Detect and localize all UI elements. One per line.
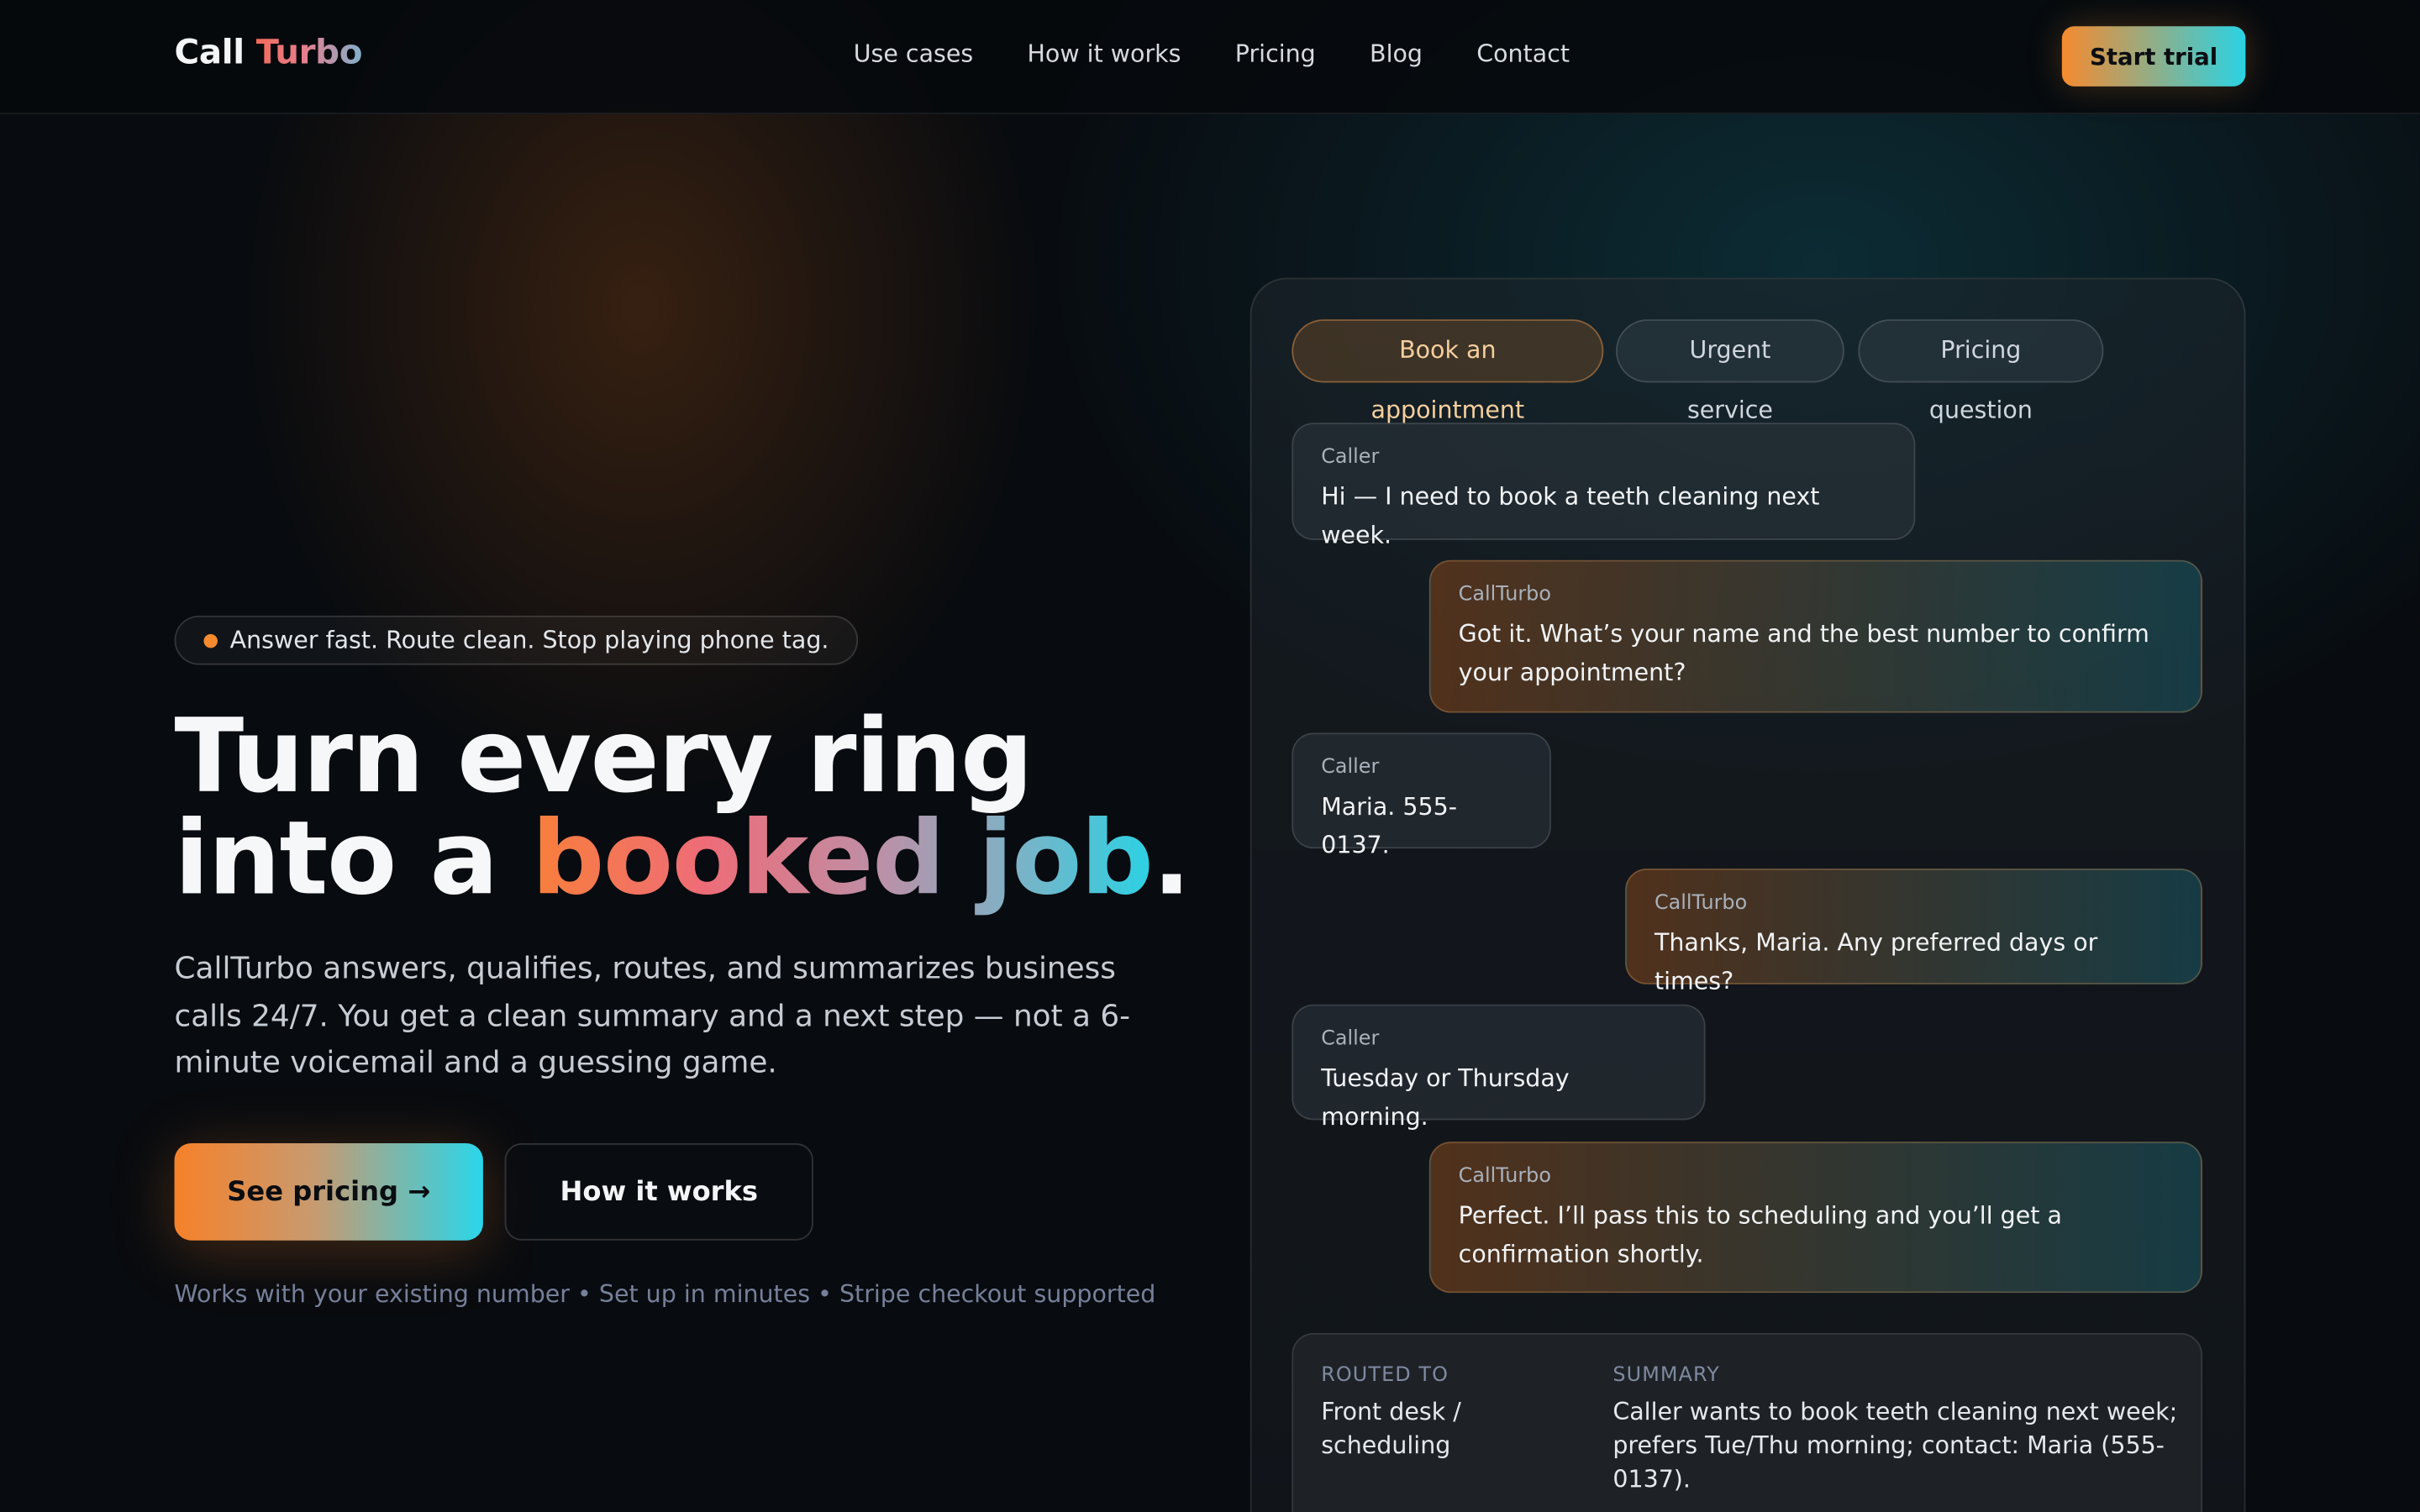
how-it-works-button[interactable]: How it works <box>504 1142 813 1241</box>
message-bot-3: CallTurbo Perfect. I’ll pass this to sch… <box>1428 1142 2202 1294</box>
nav-links: Use cases How it works Pricing Blog Cont… <box>854 40 1570 68</box>
see-pricing-button[interactable]: See pricing → <box>174 1142 483 1241</box>
scenario-tab-urgent-service[interactable]: Urgent service <box>1616 319 1844 424</box>
message-speaker: Caller <box>1321 1027 1380 1051</box>
page: Call Turbo Use cases How it works Pricin… <box>0 0 2420 1512</box>
nav-link-blog[interactable]: Blog <box>1370 40 1423 68</box>
headline-period: . <box>1152 799 1191 918</box>
message-speaker: CallTurbo <box>1654 891 1748 916</box>
message-text: Maria. 555-0137. <box>1321 793 1458 859</box>
message-caller-3: Caller Tuesday or Thursday morning. <box>1292 1004 1706 1130</box>
summary-value: Caller wants to book teeth cleaning next… <box>1612 1398 2178 1494</box>
nav-link-use-cases[interactable]: Use cases <box>854 40 974 68</box>
scenario-tab-pricing-question[interactable]: Pricing question <box>1858 319 2104 424</box>
logo-word-turbo: Turbo <box>255 34 363 73</box>
message-text: Got it. What’s your name and the best nu… <box>1458 620 2149 686</box>
start-trial-button[interactable]: Start trial <box>2061 26 2246 87</box>
message-text: Tuesday or Thursday morning. <box>1321 1064 1570 1131</box>
message-speaker: Caller <box>1321 755 1380 780</box>
tagline-pill: Answer fast. Route clean. Stop playing p… <box>174 615 859 665</box>
tagline-text: Answer fast. Route clean. Stop playing p… <box>229 626 829 654</box>
message-text: Thanks, Maria. Any preferred days or tim… <box>1654 928 2098 995</box>
hero-footnote: Works with your existing number • Set up… <box>174 1280 1156 1309</box>
top-nav: Call Turbo Use cases How it works Pricin… <box>0 0 2420 114</box>
message-caller-2: Caller Maria. 555-0137. <box>1292 732 1551 858</box>
nav-link-how-it-works[interactable]: How it works <box>1027 40 1181 68</box>
nav-link-contact[interactable]: Contact <box>1476 40 1570 68</box>
hero-headline: Turn every ring into a booked job. <box>175 706 1192 910</box>
routed-to-label: ROUTED TO <box>1321 1363 1449 1388</box>
nav-link-pricing[interactable]: Pricing <box>1235 40 1316 68</box>
status-dot-icon <box>203 633 218 648</box>
scenario-tab-book-appointment[interactable]: Book an appointment <box>1292 319 1604 424</box>
message-text: Hi — I need to book a teeth cleaning nex… <box>1321 482 1820 549</box>
logo[interactable]: Call Turbo <box>175 34 363 72</box>
message-speaker: CallTurbo <box>1458 1164 1551 1189</box>
message-speaker: Caller <box>1321 445 1380 470</box>
summary-label: SUMMARY <box>1612 1363 1720 1388</box>
headline-highlight: booked job <box>531 799 1154 918</box>
message-bot-1: CallTurbo Got it. What’s your name and t… <box>1428 559 2202 713</box>
routed-to-value: Front desk / scheduling <box>1321 1398 1461 1460</box>
message-speaker: CallTurbo <box>1458 583 1551 606</box>
message-text: Perfect. I’ll pass this to scheduling an… <box>1458 1201 2062 1268</box>
message-bot-2: CallTurbo Thanks, Maria. Any preferred d… <box>1625 869 2202 995</box>
headline-line-2-prefix: into a <box>174 799 532 918</box>
headline-line-1: Turn every ring <box>174 697 1034 816</box>
message-caller-1: Caller Hi — I need to book a teeth clean… <box>1292 423 1916 549</box>
hero-subtitle: CallTurbo answers, qualifies, routes, an… <box>174 950 1131 1080</box>
logo-word-call: Call <box>174 34 245 73</box>
